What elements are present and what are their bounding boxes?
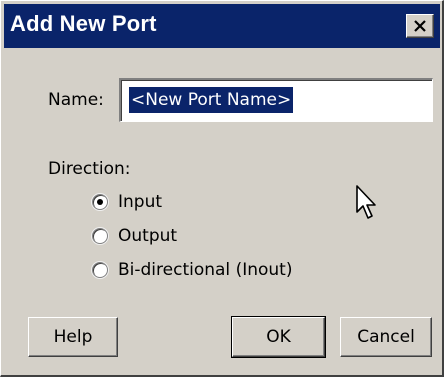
radio-inout[interactable]: [92, 262, 108, 278]
port-name-value: <New Port Name>: [129, 87, 294, 113]
radio-option-input[interactable]: Input: [92, 191, 162, 213]
radio-output-label: Output: [118, 226, 178, 246]
mouse-pointer-icon: [356, 185, 376, 219]
direction-label: Direction:: [48, 159, 131, 179]
radio-input-label: Input: [118, 192, 163, 212]
name-label: Name:: [48, 90, 104, 110]
radio-input[interactable]: [92, 194, 108, 210]
cancel-button[interactable]: Cancel: [340, 317, 432, 357]
radio-option-output[interactable]: Output: [92, 225, 177, 247]
radio-inout-label: Bi-directional (Inout): [118, 260, 293, 280]
title-bar[interactable]: Add New Port: [4, 4, 440, 48]
add-new-port-dialog: Add New Port Name: <New Port Name> Direc…: [0, 0, 444, 377]
port-name-input[interactable]: <New Port Name>: [119, 78, 433, 122]
close-icon: [414, 20, 426, 32]
radio-option-inout[interactable]: Bi-directional (Inout): [92, 259, 292, 281]
dialog-title: Add New Port: [10, 11, 157, 36]
close-button[interactable]: [406, 14, 434, 38]
ok-button[interactable]: OK: [231, 316, 326, 358]
radio-output[interactable]: [92, 228, 108, 244]
help-button[interactable]: Help: [28, 317, 118, 357]
